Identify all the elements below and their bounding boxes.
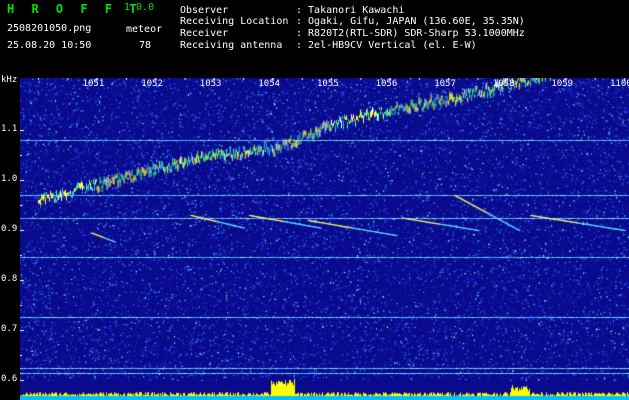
info-label-receiver: Receiver	[180, 28, 229, 39]
meteor-label: meteor	[126, 24, 163, 35]
time-tick-label: 1052	[141, 79, 163, 89]
info-label-location: Receiving Location	[180, 16, 289, 27]
frequency-tick-label: 1.1	[1, 124, 18, 134]
frequency-unit-label: kHz	[1, 75, 18, 85]
time-tick-label: 1056	[375, 79, 398, 89]
time-tick-label: 1059	[551, 79, 574, 89]
meteor-count: 78	[139, 40, 152, 51]
time-tick-label: 1058	[492, 79, 515, 89]
time-tick-label: 1100	[610, 79, 629, 89]
frequency-tick-label: 0.8	[1, 274, 18, 284]
frequency-tick-label: 0.6	[1, 374, 18, 384]
info-value-antenna: : 2el-HB9CV Vertical (el. E-W)	[296, 40, 477, 51]
frequency-tick-label: 0.7	[1, 324, 18, 334]
frequency-tick-label: 0.9	[1, 224, 18, 234]
time-tick-label: 1057	[434, 79, 456, 89]
header-panel: H R O F F T 1.0.0 2508201050.png meteor …	[0, 0, 629, 78]
info-label-observer: Observer	[180, 5, 229, 16]
file-name: 2508201050.png	[7, 23, 92, 34]
time-tick-label: 1053	[199, 79, 222, 89]
time-tick-label: 1051	[82, 79, 105, 89]
info-value-location: : Ogaki, Gifu, JAPAN (136.60E, 35.35N)	[296, 16, 525, 27]
frequency-tick-label: 1.0	[1, 174, 18, 184]
capture-datetime: 25.08.20 10:50	[7, 40, 92, 51]
info-label-antenna: Receiving antenna	[180, 40, 283, 51]
app-brand: H R O F F T	[7, 2, 142, 16]
spectrogram	[20, 78, 629, 400]
time-tick-label: 1055	[317, 79, 339, 89]
app-version: 1.0.0	[124, 2, 155, 13]
info-value-observer: : Takanori Kawachi	[296, 5, 405, 16]
time-tick-label: 1054	[258, 79, 281, 89]
info-value-receiver: : R820T2(RTL-SDR) SDR-Sharp 53.1000MHz	[296, 28, 525, 39]
